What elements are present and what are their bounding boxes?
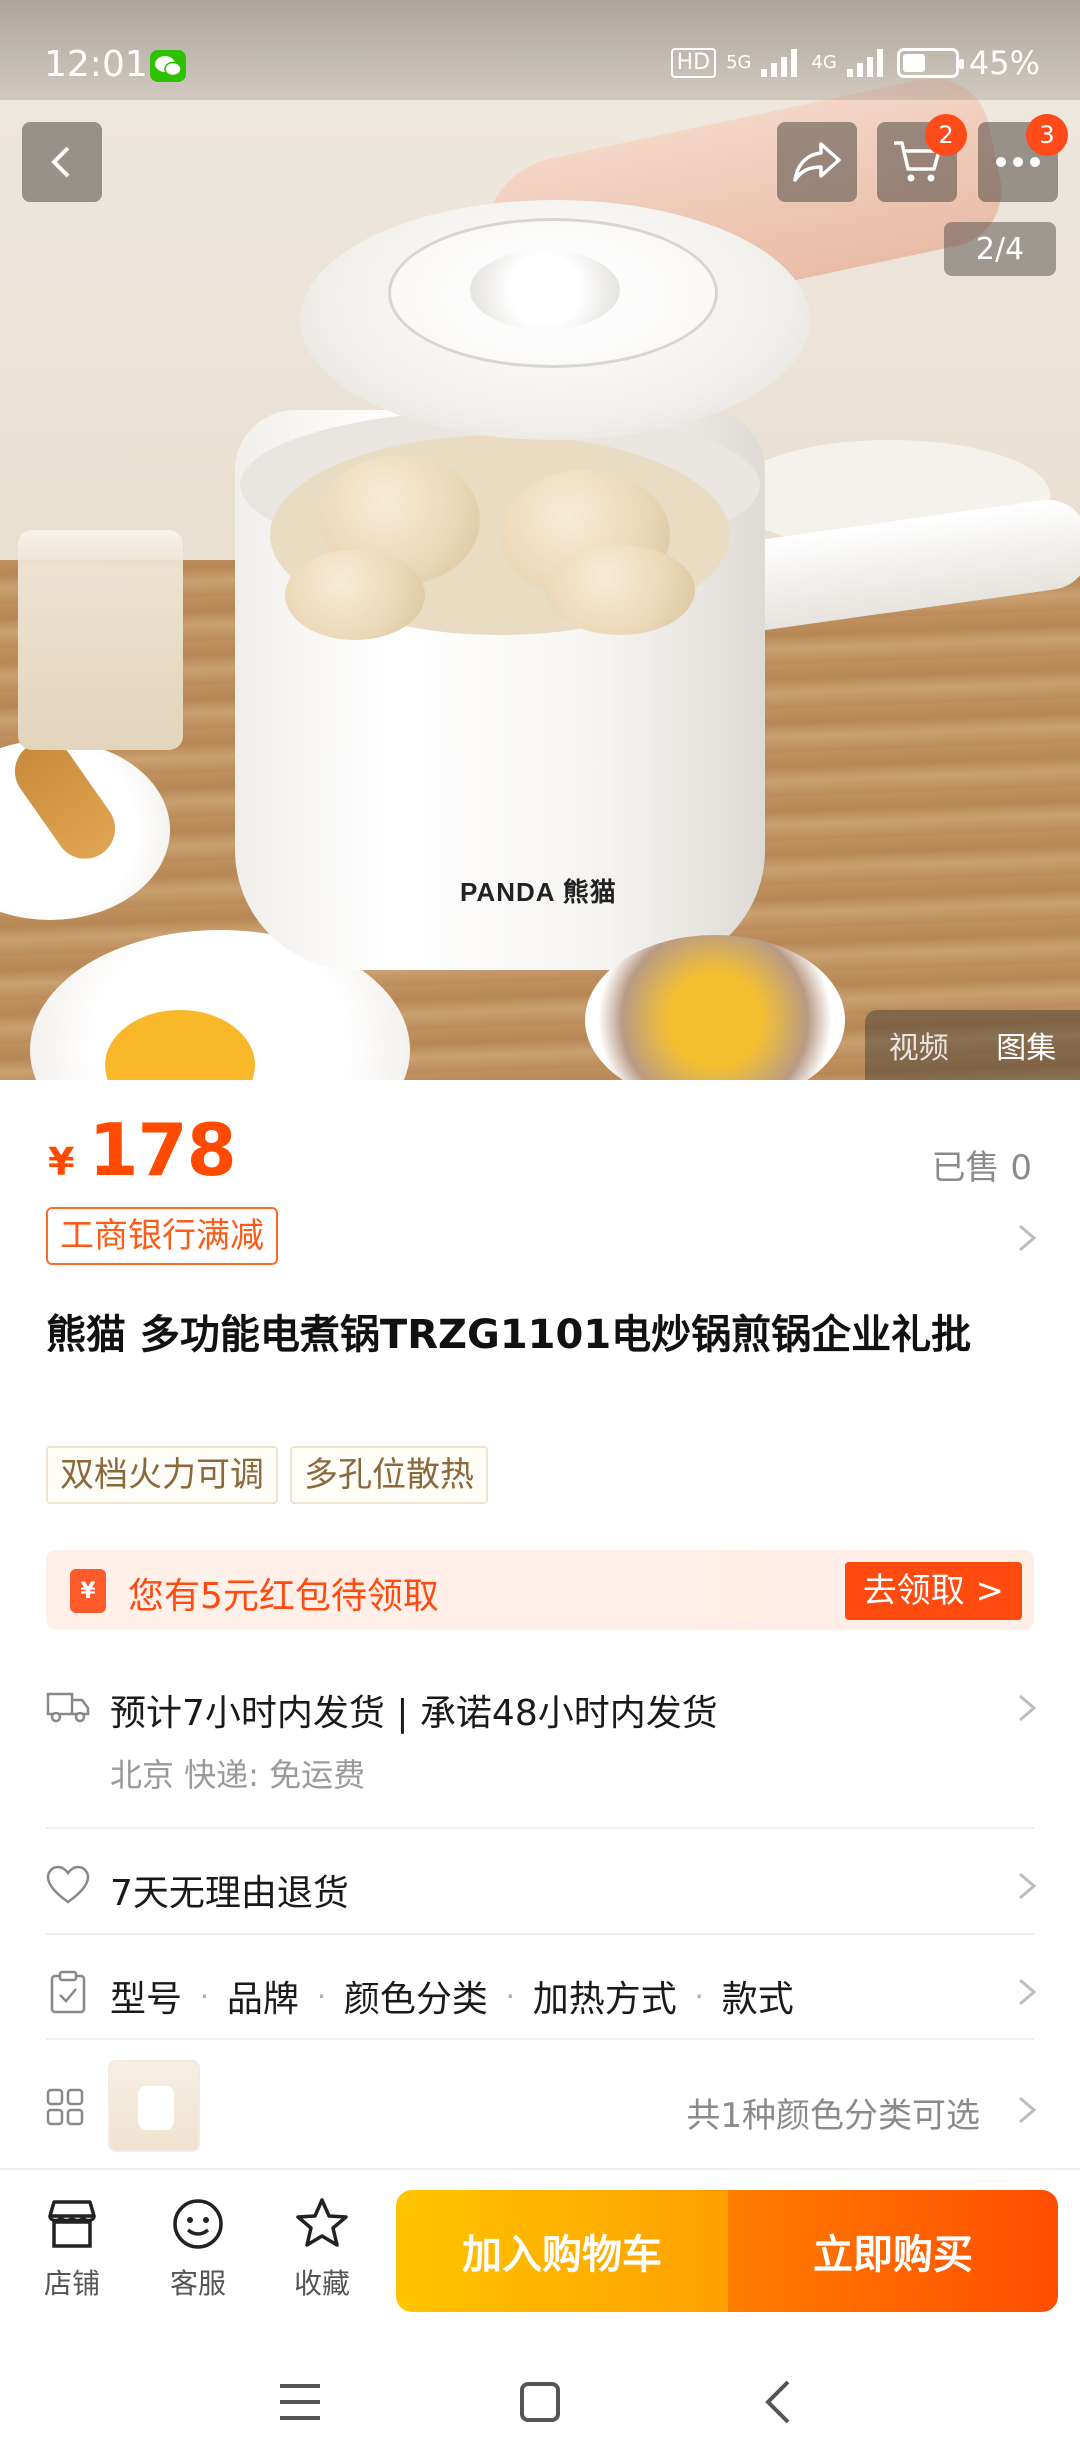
truck-icon: [46, 1692, 90, 1723]
currency-symbol: ¥: [48, 1140, 75, 1184]
bottom-action-bar: 店铺 客服 收藏 加入购物车 立即购买: [0, 2168, 1080, 2338]
customer-service-button[interactable]: 客服: [148, 2196, 248, 2302]
buy-now-button[interactable]: 立即购买: [728, 2190, 1058, 2312]
coupon-text: 您有5元红包待领取: [128, 1576, 439, 1617]
wechat-icon: [150, 50, 186, 82]
milk-glass: [18, 530, 183, 750]
chevron-right-icon: [1019, 1872, 1037, 1900]
steamed-bun: [545, 545, 695, 635]
spec-item: 品牌: [226, 1979, 299, 2020]
divider: [46, 1827, 1034, 1829]
hd-badge: HD: [670, 48, 717, 78]
favorite-button[interactable]: 收藏: [272, 2196, 372, 2302]
message-count-badge: 3: [1026, 114, 1068, 156]
media-tab-switch: 视频 图集: [865, 1010, 1080, 1080]
variant-pot-image: [138, 2086, 174, 2130]
grid-icon: [46, 2088, 84, 2126]
cart-count-badge: 2: [925, 114, 967, 156]
image-page-indicator: 2/4: [944, 222, 1056, 276]
chevron-right-icon: [1019, 1978, 1037, 2006]
product-image-gallery[interactable]: PANDA 熊猫 12:01 HD 5G 4G 45% 2 3 2/4 视频 图…: [0, 0, 1080, 1080]
feature-tag: 双档火力可调: [46, 1446, 278, 1504]
tab-video[interactable]: 视频: [889, 1023, 949, 1067]
clipboard-check-icon: [50, 1970, 86, 2014]
tab-gallery[interactable]: 图集: [996, 1023, 1056, 1067]
sold-count: 已售 0: [931, 1148, 1032, 1188]
price: ¥ 178: [48, 1108, 237, 1192]
signal-icon: [761, 49, 798, 77]
more-dots-icon: [996, 157, 1040, 167]
feature-tags: 双档火力可调 多孔位散热: [46, 1446, 488, 1504]
battery-icon: [896, 48, 964, 78]
store-icon: [48, 2200, 96, 2248]
spec-item: 款式: [721, 1979, 794, 2020]
network-4g-label: 4G: [811, 52, 837, 73]
shop-button[interactable]: 店铺: [22, 2196, 122, 2302]
more-button[interactable]: 3: [978, 114, 1068, 202]
product-title: 熊猫 多功能电煮锅TRZG1101电炒锅煎锅企业礼批: [46, 1312, 972, 1358]
red-packet-icon: ¥: [70, 1569, 106, 1613]
status-indicators: HD 5G 4G 45%: [670, 44, 1040, 82]
chevron-left-icon: [51, 146, 70, 178]
specs-row[interactable]: 型号 · 品牌 · 颜色分类 · 加热方式 · 款式: [46, 1958, 1037, 2028]
menu-icon[interactable]: [270, 2372, 330, 2432]
spec-item: 型号: [110, 1979, 183, 2020]
add-to-cart-button[interactable]: 加入购物车: [396, 2190, 728, 2312]
shop-label: 店铺: [43, 2267, 100, 2300]
chat-bubble-icon: [173, 2199, 223, 2249]
share-button[interactable]: [777, 122, 857, 202]
home-icon[interactable]: [510, 2372, 570, 2432]
favorite-label: 收藏: [293, 2267, 350, 2300]
cart-button[interactable]: 2: [877, 114, 967, 202]
system-navigation-bar: [0, 2338, 1080, 2460]
shipping-time: 预计7小时内发货 | 承诺48小时内发货: [110, 1693, 718, 1734]
status-time: 12:01: [44, 44, 148, 85]
network-5g-label: 5G: [726, 52, 752, 73]
chevron-right-icon[interactable]: [1012, 2090, 1042, 2130]
shipping-row[interactable]: 预计7小时内发货 | 承诺48小时内发货 北京 快递: 免运费: [46, 1670, 1037, 1800]
signal-icon: [846, 49, 883, 77]
service-label: 客服: [169, 2267, 226, 2300]
feature-tag: 多孔位散热: [290, 1446, 488, 1504]
variant-count[interactable]: 共1种颜色分类可选: [686, 2088, 980, 2137]
spec-item: 颜色分类: [343, 1979, 488, 2020]
returns-row[interactable]: 7天无理由退货: [46, 1852, 1037, 1922]
promo-tag[interactable]: 工商银行满减: [46, 1207, 278, 1265]
chevron-right-icon: [1019, 1694, 1037, 1722]
returns-policy: 7天无理由退货: [110, 1873, 349, 1914]
star-icon: [296, 2198, 348, 2247]
divider: [46, 2038, 1034, 2040]
shipping-origin: 北京 快递: 免运费: [110, 1756, 366, 1794]
status-bar: 12:01 HD 5G 4G 45%: [0, 0, 1080, 100]
divider: [46, 1933, 1034, 1935]
share-icon: [793, 142, 841, 182]
back-button[interactable]: [22, 122, 102, 202]
price-value: 178: [88, 1108, 236, 1192]
heart-icon: [46, 1865, 90, 1904]
variant-thumbnail[interactable]: [108, 2060, 200, 2152]
spec-list: 型号 · 品牌 · 颜色分类 · 加热方式 · 款式: [110, 1970, 794, 2022]
battery-level: [902, 54, 926, 72]
pot-brand-print: PANDA 熊猫: [460, 877, 617, 907]
spec-item: 加热方式: [532, 1979, 677, 2020]
battery-percent: 45%: [968, 44, 1040, 82]
steamed-bun: [285, 550, 425, 640]
lid-knob: [470, 250, 620, 330]
claim-coupon-button[interactable]: 去领取 >: [844, 1562, 1022, 1620]
chevron-right-icon[interactable]: [1012, 1218, 1042, 1258]
coupon-banner[interactable]: ¥ 您有5元红包待领取 去领取 >: [46, 1550, 1034, 1630]
back-icon[interactable]: [750, 2372, 810, 2432]
